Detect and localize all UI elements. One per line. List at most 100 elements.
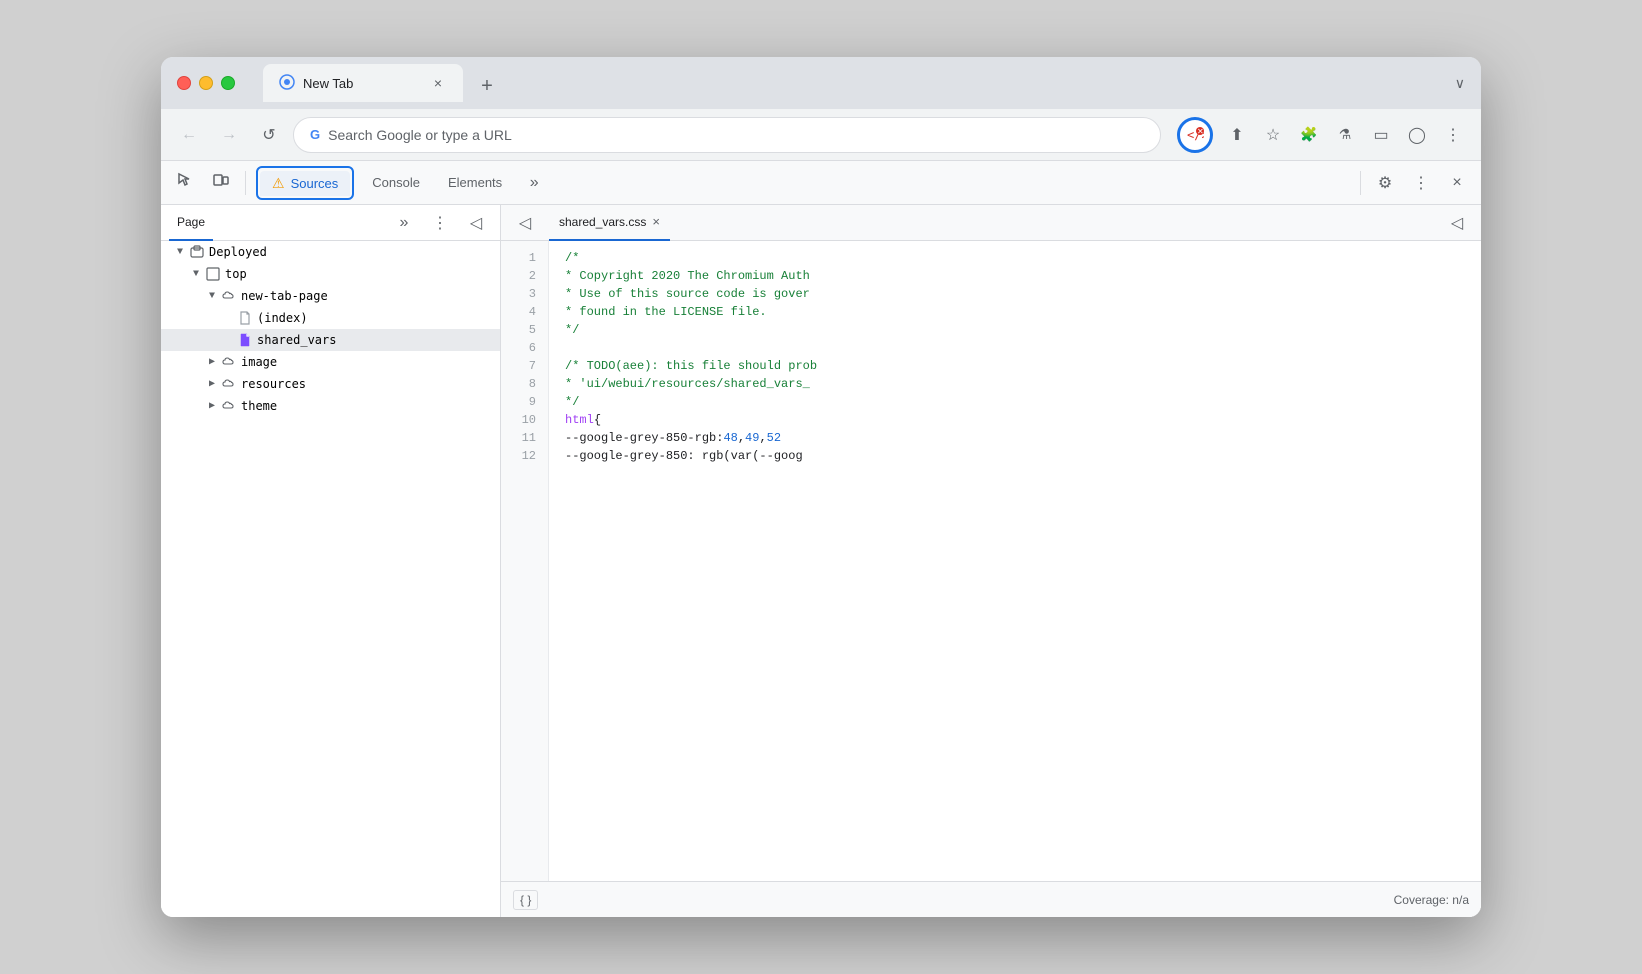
maximize-button[interactable] <box>221 76 235 90</box>
browser-tab[interactable]: New Tab × <box>263 64 463 102</box>
bookmark-icon: ☆ <box>1266 125 1280 145</box>
tree-item-theme[interactable]: ▶ theme <box>161 395 500 417</box>
sidebar-button[interactable]: ▭ <box>1365 119 1397 151</box>
forward-button[interactable]: → <box>213 119 245 151</box>
elements-tab-label: Elements <box>448 175 502 190</box>
lab-icon: ⚗ <box>1339 126 1352 143</box>
ntp-label: new-tab-page <box>241 289 328 303</box>
page-tab[interactable]: Page <box>169 205 213 241</box>
code-line-5: */ <box>549 321 1481 339</box>
more-tabs-button[interactable]: » <box>518 167 550 199</box>
shared-vars-file-icon <box>237 332 253 348</box>
image-cloud-icon <box>221 354 237 370</box>
back-button[interactable]: ← <box>173 119 205 151</box>
inspect-element-button[interactable] <box>169 167 201 199</box>
tab-title: New Tab <box>303 76 353 91</box>
pretty-print-button[interactable]: { } <box>513 890 538 910</box>
coverage-label: Coverage: n/a <box>1394 893 1469 907</box>
lab-button[interactable]: ⚗ <box>1329 119 1361 151</box>
line-num-5: 5 <box>501 321 548 339</box>
device-toolbar-button[interactable] <box>205 167 237 199</box>
tab-close-button[interactable]: × <box>429 74 447 92</box>
line-num-9: 9 <box>501 393 548 411</box>
devtools-more-button[interactable]: ⋮ <box>1405 167 1437 199</box>
sources-more-icon: ⋮ <box>432 213 448 233</box>
code-line-8: * 'ui/webui/resources/shared_vars_ <box>549 375 1481 393</box>
bookmark-button[interactable]: ☆ <box>1257 119 1289 151</box>
line-num-2: 2 <box>501 267 548 285</box>
more-icon: ⋮ <box>1413 173 1429 193</box>
collapse-sidebar-button[interactable]: ◁ <box>1441 207 1473 239</box>
traffic-lights <box>177 76 235 90</box>
file-tab-shared-vars[interactable]: shared_vars.css × <box>549 205 670 241</box>
devtools-content: Page » ⋮ ◁ <box>161 205 1481 917</box>
devtools-toolbar: ⚠ Sources Console Elements » ⚙ ⋮ <box>161 161 1481 205</box>
more-tabs-icon: » <box>530 174 539 192</box>
menu-button[interactable]: ⋮ <box>1437 119 1469 151</box>
shared-vars-label: shared_vars <box>257 333 336 347</box>
address-text: Search Google or type a URL <box>328 127 1144 143</box>
tab-bar: New Tab × + <box>263 64 1443 102</box>
profile-button[interactable]: ◯ <box>1401 119 1433 151</box>
tree-item-new-tab-page[interactable]: ▼ new-tab-page <box>161 285 500 307</box>
index-file-icon <box>237 310 253 326</box>
sources-tab-label: Sources <box>291 176 339 191</box>
extensions-icon: 🧩 <box>1300 126 1317 143</box>
line-num-10: 10 <box>501 411 548 429</box>
toggle-navigator-button[interactable]: ◁ <box>509 207 541 239</box>
new-tab-button[interactable]: + <box>471 70 503 102</box>
code-panel-right: ◁ <box>1441 207 1473 239</box>
toolbar-separator-2 <box>1360 171 1361 195</box>
refresh-icon: ↺ <box>262 125 275 145</box>
sidebar-icon: ▭ <box>1373 125 1388 145</box>
line-num-4: 4 <box>501 303 548 321</box>
minimize-button[interactable] <box>199 76 213 90</box>
theme-arrow: ▶ <box>209 400 221 412</box>
devtools-area: ⚠ Sources Console Elements » ⚙ ⋮ <box>161 161 1481 917</box>
close-icon: × <box>1452 174 1461 192</box>
devtools-toggle-button[interactable]: </> ✕ <box>1177 117 1213 153</box>
settings-icon: ⚙ <box>1378 173 1392 193</box>
image-arrow: ▶ <box>209 356 221 368</box>
tree-item-resources[interactable]: ▶ resources <box>161 373 500 395</box>
collapse-panel-button[interactable]: ◁ <box>460 207 492 239</box>
index-label: (index) <box>257 311 308 325</box>
back-icon: ← <box>181 126 197 144</box>
ntp-arrow: ▼ <box>209 291 221 302</box>
devtools-close-button[interactable]: × <box>1441 167 1473 199</box>
toolbar-right-actions: ⚙ ⋮ × <box>1356 167 1473 199</box>
elements-tab[interactable]: Elements <box>436 161 514 205</box>
console-tab[interactable]: Console <box>360 161 432 205</box>
file-tab-close[interactable]: × <box>652 214 660 229</box>
chrome-icon <box>279 74 295 90</box>
tree-item-index[interactable]: ▶ (index) <box>161 307 500 329</box>
tab-favicon <box>279 74 295 93</box>
sources-tab[interactable]: ⚠ Sources <box>260 171 350 196</box>
line-num-7: 7 <box>501 357 548 375</box>
deployed-label: Deployed <box>209 245 267 259</box>
refresh-button[interactable]: ↺ <box>253 119 285 151</box>
inspect-icon <box>176 171 194 194</box>
resources-cloud-icon <box>221 376 237 392</box>
tree-item-deployed[interactable]: ▼ Deployed <box>161 241 500 263</box>
tree-item-shared-vars[interactable]: ▶ shared_vars <box>161 329 500 351</box>
line-num-8: 8 <box>501 375 548 393</box>
close-button[interactable] <box>177 76 191 90</box>
tree-item-image[interactable]: ▶ image <box>161 351 500 373</box>
devtools-settings-button[interactable]: ⚙ <box>1369 167 1401 199</box>
resources-arrow: ▶ <box>209 378 221 390</box>
code-line-6 <box>549 339 1481 357</box>
code-line-11: --google-grey-850-rgb: 48 , 49 , 52 <box>549 429 1481 447</box>
collapse-sidebar-icon: ◁ <box>1451 213 1463 233</box>
cloud-icon <box>221 288 237 304</box>
sources-warning-icon: ⚠ <box>272 175 285 192</box>
address-bar[interactable]: G Search Google or type a URL <box>293 117 1161 153</box>
sources-more-button[interactable]: ⋮ <box>424 207 456 239</box>
sources-overflow-button[interactable]: » <box>388 207 420 239</box>
tab-overflow-button[interactable]: ∨ <box>1455 75 1465 92</box>
share-button[interactable]: ⬆ <box>1221 119 1253 151</box>
code-editor[interactable]: /* * Copyright 2020 The Chromium Auth * … <box>549 241 1481 881</box>
sources-overflow-icon: » <box>400 214 409 232</box>
tree-item-top[interactable]: ▼ top <box>161 263 500 285</box>
extensions-button[interactable]: 🧩 <box>1293 119 1325 151</box>
